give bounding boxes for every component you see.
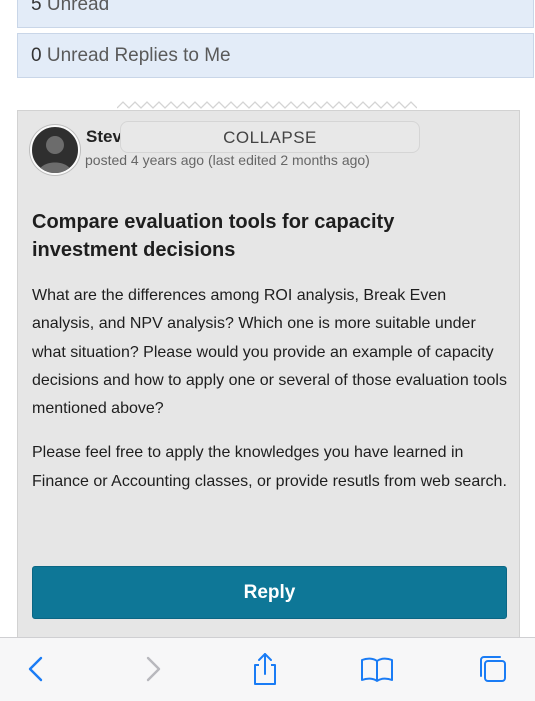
user-silhouette-icon [38, 136, 72, 173]
post-body-paragraph: Please feel free to apply the knowledges… [32, 444, 507, 490]
bookmarks-icon[interactable] [360, 652, 394, 686]
post-author[interactable]: Stev [86, 127, 122, 147]
unread-replies-count: 0 [31, 45, 42, 66]
forward-icon[interactable] [136, 652, 170, 686]
share-icon[interactable] [248, 652, 282, 686]
discussion-post: Stev COLLAPSE posted 4 years ago (last e… [17, 110, 520, 640]
post-body: What are the differences among ROI analy… [32, 282, 507, 512]
unread-replies-item[interactable]: 0 Unread Replies to Me [17, 33, 534, 78]
avatar[interactable] [30, 125, 80, 175]
browser-toolbar [0, 637, 535, 701]
tabs-icon[interactable] [476, 652, 510, 686]
unread-replies-label: Unread Replies to Me [46, 45, 231, 66]
unread-label: Unread [46, 0, 110, 15]
post-body-paragraph: What are the differences among ROI analy… [32, 287, 507, 418]
collapse-button[interactable]: COLLAPSE [120, 121, 420, 153]
reply-button[interactable]: Reply [32, 566, 507, 619]
unread-count: 5 [31, 0, 42, 15]
post-meta: posted 4 years ago (last edited 2 months… [85, 152, 370, 168]
unread-count-item[interactable]: 5 Unread [17, 0, 534, 28]
post-title: Compare evaluation tools for capacity in… [32, 211, 395, 261]
back-icon[interactable] [20, 652, 54, 686]
